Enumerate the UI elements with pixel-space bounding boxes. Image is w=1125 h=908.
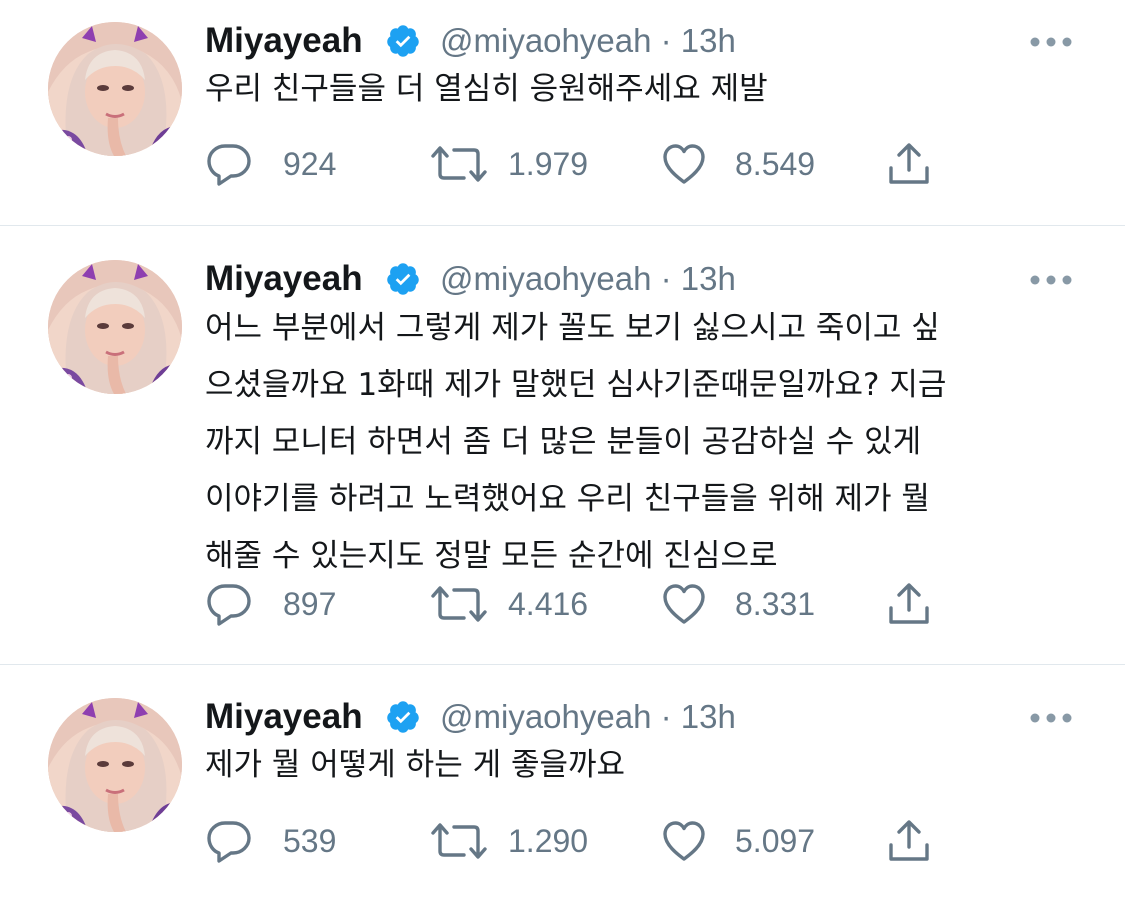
- tweet-meta: @miyaohyeah · 13h: [440, 697, 736, 737]
- reply-button[interactable]: 924: [205, 138, 365, 188]
- tweet[interactable]: Miyayeah @miyaohyeah · 13h 제가 뭘 어떻게 하는 게…: [0, 665, 1125, 908]
- heart-icon: [660, 817, 708, 865]
- reply-count: 897: [283, 586, 337, 622]
- share-button[interactable]: [885, 815, 935, 865]
- share-button[interactable]: [885, 138, 935, 188]
- more-dots-icon[interactable]: [1028, 272, 1074, 286]
- display-name[interactable]: Miyayeah: [205, 697, 363, 737]
- reply-button[interactable]: 897: [205, 578, 365, 628]
- share-button[interactable]: [885, 578, 935, 628]
- tweet-text-line: 제가 뭘 어떻게 하는 게 좋을까요: [205, 747, 626, 783]
- share-upload-icon: [885, 140, 933, 188]
- retweet-button[interactable]: 1.290: [430, 815, 620, 865]
- action-bar: 924 1.979 8.549: [205, 138, 965, 188]
- action-bar: 897 4.416 8.331: [205, 578, 965, 628]
- tweet-time[interactable]: 13h: [681, 260, 736, 297]
- user-handle[interactable]: @miyaohyeah: [440, 698, 651, 735]
- tweet-text-line: 해줄 수 있는지도 정말 모든 순간에 진심으로: [205, 538, 778, 574]
- speech-bubble-icon: [205, 817, 253, 865]
- reply-count: 924: [283, 146, 337, 182]
- reply-count: 539: [283, 823, 337, 859]
- speech-bubble-icon: [205, 140, 253, 188]
- tweet-text-line: 으셨을까요 1화때 제가 말했던 심사기준때문일까요? 지금: [205, 367, 947, 403]
- display-name[interactable]: Miyayeah: [205, 259, 363, 299]
- tweet-text: 어느 부분에서 그렇게 제가 꼴도 보기 싫으시고 죽이고 싶 으셨을까요 1화…: [205, 300, 1085, 585]
- share-upload-icon: [885, 580, 933, 628]
- user-handle[interactable]: @miyaohyeah: [440, 260, 651, 297]
- tweet-text-line: 이야기를 하려고 노력했어요 우리 친구들을 위해 제가 뭘: [205, 481, 930, 517]
- retweet-button[interactable]: 1.979: [430, 138, 620, 188]
- retweet-arrows-icon: [430, 140, 488, 188]
- retweet-arrows-icon: [430, 817, 488, 865]
- avatar[interactable]: [48, 22, 182, 156]
- meta-separator: ·: [660, 698, 672, 735]
- tweet[interactable]: Miyayeah @miyaohyeah · 13h 우리 친구들을 더 열심히…: [0, 0, 1125, 225]
- tweet-text: 제가 뭘 어떻게 하는 게 좋을까요: [205, 737, 1085, 794]
- like-count: 8.549: [735, 146, 816, 182]
- tweet-time[interactable]: 13h: [681, 698, 736, 735]
- display-name[interactable]: Miyayeah: [205, 21, 363, 61]
- retweet-arrows-icon: [430, 580, 488, 628]
- avatar[interactable]: [48, 698, 182, 832]
- verified-badge-icon: [385, 261, 421, 297]
- heart-icon: [660, 580, 708, 628]
- tweet[interactable]: Miyayeah @miyaohyeah · 13h 어느 부분에서 그렇게 제…: [0, 226, 1125, 664]
- more-dots-icon[interactable]: [1028, 710, 1074, 724]
- tweet-text-line: 어느 부분에서 그렇게 제가 꼴도 보기 싫으시고 죽이고 싶: [205, 310, 940, 346]
- like-button[interactable]: 5.097: [660, 815, 850, 865]
- reply-button[interactable]: 539: [205, 815, 365, 865]
- user-handle[interactable]: @miyaohyeah: [440, 22, 651, 59]
- retweet-count: 1.290: [508, 823, 589, 859]
- share-upload-icon: [885, 817, 933, 865]
- retweet-count: 1.979: [508, 146, 589, 182]
- tweet-meta: @miyaohyeah · 13h: [440, 259, 736, 299]
- tweet-time[interactable]: 13h: [681, 22, 736, 59]
- tweet-meta: @miyaohyeah · 13h: [440, 21, 736, 61]
- retweet-button[interactable]: 4.416: [430, 578, 620, 628]
- avatar[interactable]: [48, 260, 182, 394]
- tweet-text-line: 까지 모니터 하면서 좀 더 많은 분들이 공감하실 수 있게: [205, 424, 922, 460]
- action-bar: 539 1.290 5.097: [205, 815, 965, 865]
- tweet-text-line: 우리 친구들을 더 열심히 응원해주세요 제발: [205, 71, 768, 107]
- meta-separator: ·: [660, 22, 672, 59]
- retweet-count: 4.416: [508, 586, 589, 622]
- like-count: 5.097: [735, 823, 816, 859]
- more-dots-icon[interactable]: [1028, 34, 1074, 48]
- meta-separator: ·: [660, 260, 672, 297]
- heart-icon: [660, 140, 708, 188]
- like-button[interactable]: 8.549: [660, 138, 850, 188]
- like-button[interactable]: 8.331: [660, 578, 850, 628]
- tweet-text: 우리 친구들을 더 열심히 응원해주세요 제발: [205, 61, 1085, 118]
- like-count: 8.331: [735, 586, 816, 622]
- verified-badge-icon: [385, 23, 421, 59]
- verified-badge-icon: [385, 699, 421, 735]
- speech-bubble-icon: [205, 580, 253, 628]
